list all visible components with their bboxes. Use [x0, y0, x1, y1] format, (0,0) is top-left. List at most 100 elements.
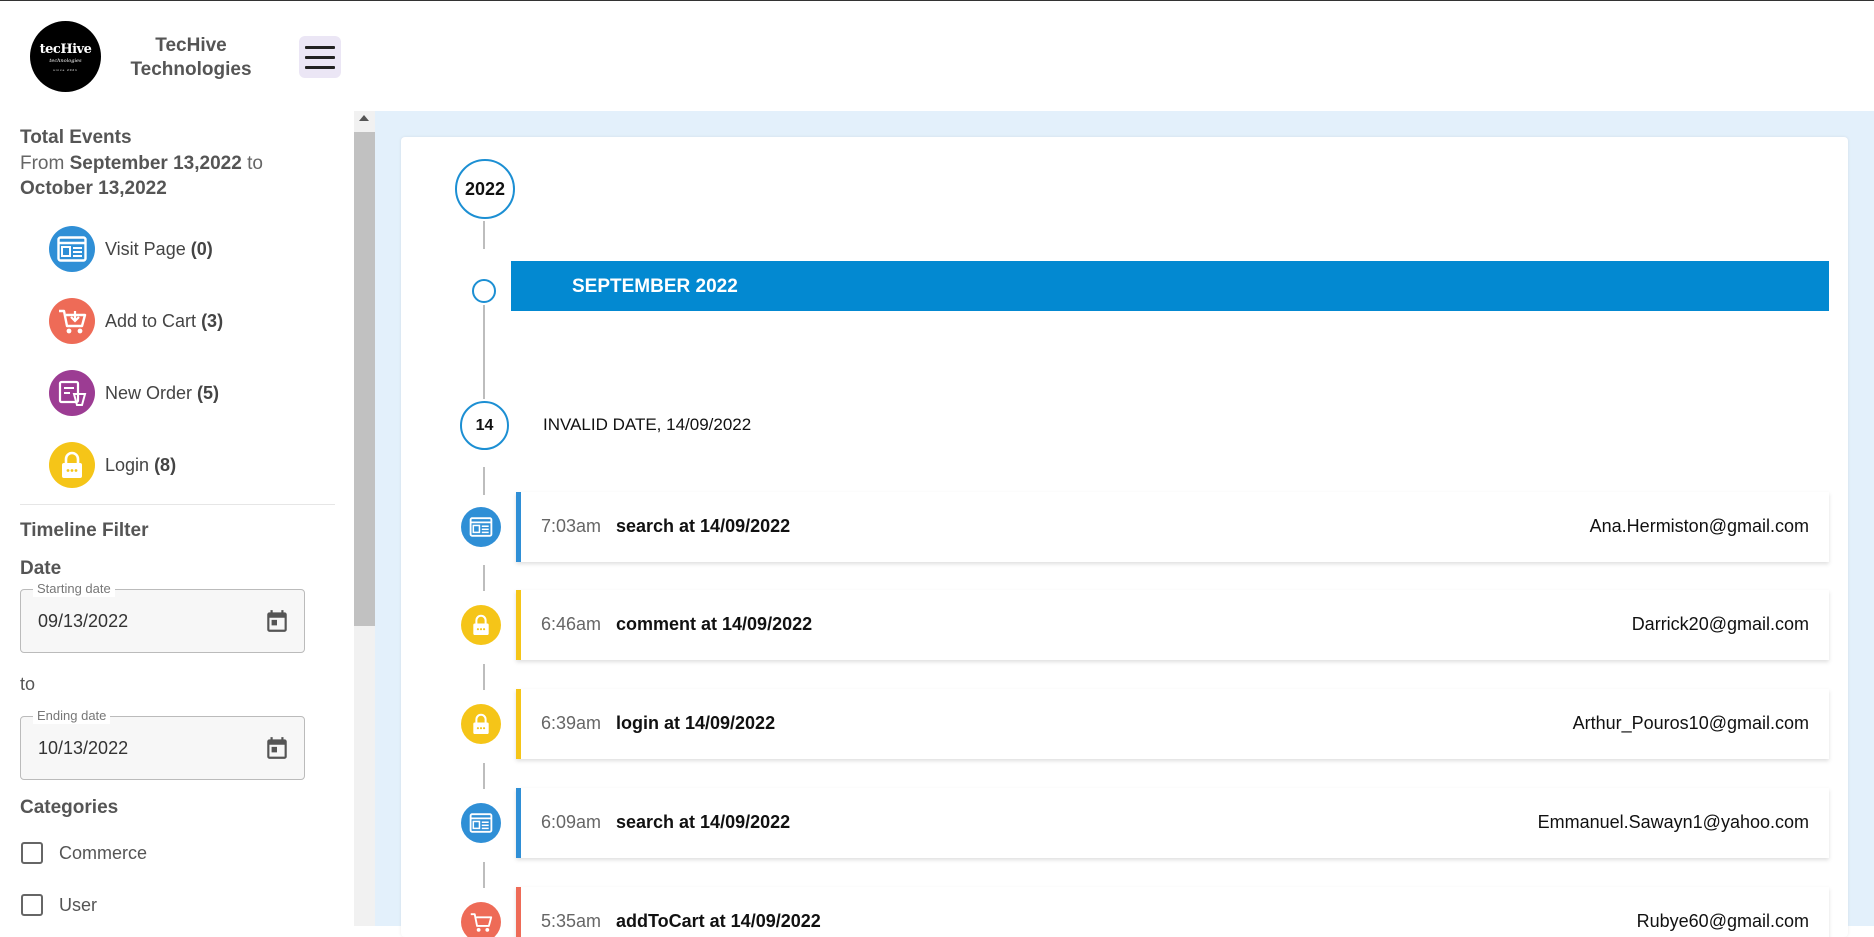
timeline-event-card[interactable]: 6:46am comment at 14/09/2022 Darrick20@g… [516, 590, 1829, 660]
lock-icon [461, 605, 501, 645]
app-header: tecHive technologies since 2021 TecHive … [0, 1, 1874, 111]
event-type-label: Visit Page (0) [105, 239, 213, 260]
range-end: October 13,2022 [20, 178, 167, 199]
new-order-icon [49, 370, 95, 416]
event-type-count: (0) [190, 238, 213, 259]
event-title: login at 14/09/2022 [616, 713, 776, 733]
company-name-line1: TecHive [155, 35, 227, 56]
ending-date-value[interactable]: 10/13/2022 [38, 738, 128, 759]
sidebar-divider [20, 504, 335, 505]
category-label: Commerce [59, 842, 148, 863]
event-time: 5:35am [541, 911, 602, 931]
month-marker [472, 279, 496, 303]
month-title: SEPTEMBER 2022 [572, 276, 738, 297]
event-type-add-to-cart: Add to Cart (3) [49, 298, 223, 344]
event-type-name: Visit Page [105, 238, 186, 259]
lock-icon [461, 704, 501, 744]
starting-date-label: Starting date [33, 581, 115, 597]
event-type-count: (5) [197, 382, 220, 403]
timeline-filter-title: Timeline Filter [20, 520, 149, 541]
event-type-new-order: New Order (5) [49, 370, 219, 416]
event-title: search at 14/09/2022 [616, 516, 791, 536]
event-type-label: New Order (5) [105, 383, 219, 404]
calendar-icon[interactable] [264, 608, 290, 634]
event-type-label: Login (8) [105, 455, 176, 476]
date-filter-title: Date [20, 558, 62, 579]
categories-title: Categories [20, 797, 119, 818]
timeline-card: 2022 SEPTEMBER 2022 14 INVALID DATE, 14/… [401, 137, 1848, 937]
timeline-connector [483, 862, 485, 888]
event-title: search at 14/09/2022 [616, 812, 791, 832]
company-logo[interactable]: tecHive technologies since 2021 [30, 21, 101, 92]
scrollbar-thumb[interactable] [354, 132, 375, 626]
event-time: 6:46am [541, 614, 602, 634]
main-content: 2022 SEPTEMBER 2022 14 INVALID DATE, 14/… [375, 111, 1874, 937]
add-to-cart-icon [461, 902, 501, 937]
logo-tagline: since 2021 [53, 67, 78, 72]
category-user-checkbox[interactable]: User [21, 894, 97, 916]
starting-date-field[interactable]: Starting date 09/13/2022 [20, 581, 305, 653]
event-type-name: Add to Cart [105, 310, 197, 331]
timeline-event-card[interactable]: 7:03am search at 14/09/2022 Ana.Hermisto… [516, 492, 1829, 562]
date-range-to-label: to [20, 674, 36, 694]
year-badge: 2022 [455, 159, 515, 219]
lock-icon [49, 442, 95, 488]
range-start: September 13,2022 [69, 153, 242, 174]
timeline-connector [483, 221, 485, 249]
event-title: comment at 14/09/2022 [616, 614, 813, 634]
event-email: Arthur_Pouros10@gmail.com [1572, 713, 1809, 733]
visit-page-icon [461, 803, 501, 843]
scroll-up-arrow-icon[interactable] [359, 115, 369, 121]
timeline-connector [483, 467, 485, 495]
event-type-count: (3) [201, 310, 224, 331]
calendar-icon[interactable] [264, 735, 290, 761]
company-name: TecHive Technologies [128, 34, 254, 82]
checkbox[interactable] [21, 894, 43, 916]
category-commerce-checkbox[interactable]: Commerce [21, 842, 147, 864]
company-name-line2: Technologies [130, 59, 252, 80]
ending-date-field[interactable]: Ending date 10/13/2022 [20, 708, 305, 780]
timeline-connector [483, 305, 485, 399]
event-time: 6:09am [541, 812, 602, 832]
event-time: 6:39am [541, 713, 602, 733]
event-email: Emmanuel.Sawayn1@yahoo.com [1537, 812, 1809, 832]
month-header: SEPTEMBER 2022 [511, 261, 1829, 311]
timeline-event-card[interactable]: 6:39am login at 14/09/2022 Arthur_Pouros… [516, 689, 1829, 759]
sidebar-scrollbar[interactable] [354, 111, 375, 926]
event-type-visit-page: Visit Page (0) [49, 226, 213, 272]
timeline-connector [483, 763, 485, 789]
add-to-cart-icon [49, 298, 95, 344]
event-type-count: (8) [154, 454, 177, 475]
event-email: Darrick20@gmail.com [1631, 614, 1809, 634]
event-type-login: Login (8) [49, 442, 176, 488]
hamburger-menu-button[interactable] [299, 36, 341, 78]
total-events-title: Total Events [20, 127, 132, 148]
sidebar: Total Events From September 13,2022 to O… [0, 111, 354, 926]
logo-text: tecHive [39, 41, 92, 57]
category-label: User [59, 894, 98, 915]
visit-page-icon [49, 226, 95, 272]
starting-date-value[interactable]: 09/13/2022 [38, 611, 128, 632]
range-mid: to [247, 153, 263, 174]
event-type-name: New Order [105, 382, 193, 403]
menu-icon-bar [305, 65, 335, 69]
event-time: 7:03am [541, 516, 602, 536]
event-title: addToCart at 14/09/2022 [616, 911, 821, 931]
timeline-connector [483, 664, 485, 690]
checkbox[interactable] [21, 842, 43, 864]
timeline-event-card[interactable]: 5:35am addToCart at 14/09/2022 Rubye60@g… [516, 887, 1829, 937]
total-events-range: From September 13,2022 to October 13,202… [20, 151, 330, 201]
day-label: INVALID DATE, 14/09/2022 [543, 415, 752, 434]
menu-icon-bar [305, 55, 335, 59]
visit-page-icon [461, 507, 501, 547]
timeline-event-card[interactable]: 6:09am search at 14/09/2022 Emmanuel.Saw… [516, 788, 1829, 858]
event-email: Ana.Hermiston@gmail.com [1589, 516, 1809, 536]
logo-subtext: technologies [49, 57, 82, 64]
ending-date-label: Ending date [33, 708, 111, 724]
menu-icon [305, 45, 335, 49]
event-type-label: Add to Cart (3) [105, 311, 223, 332]
event-type-name: Login [105, 454, 150, 475]
event-email: Rubye60@gmail.com [1636, 911, 1809, 931]
day-badge: 14 [460, 401, 509, 450]
range-prefix: From [20, 153, 65, 174]
